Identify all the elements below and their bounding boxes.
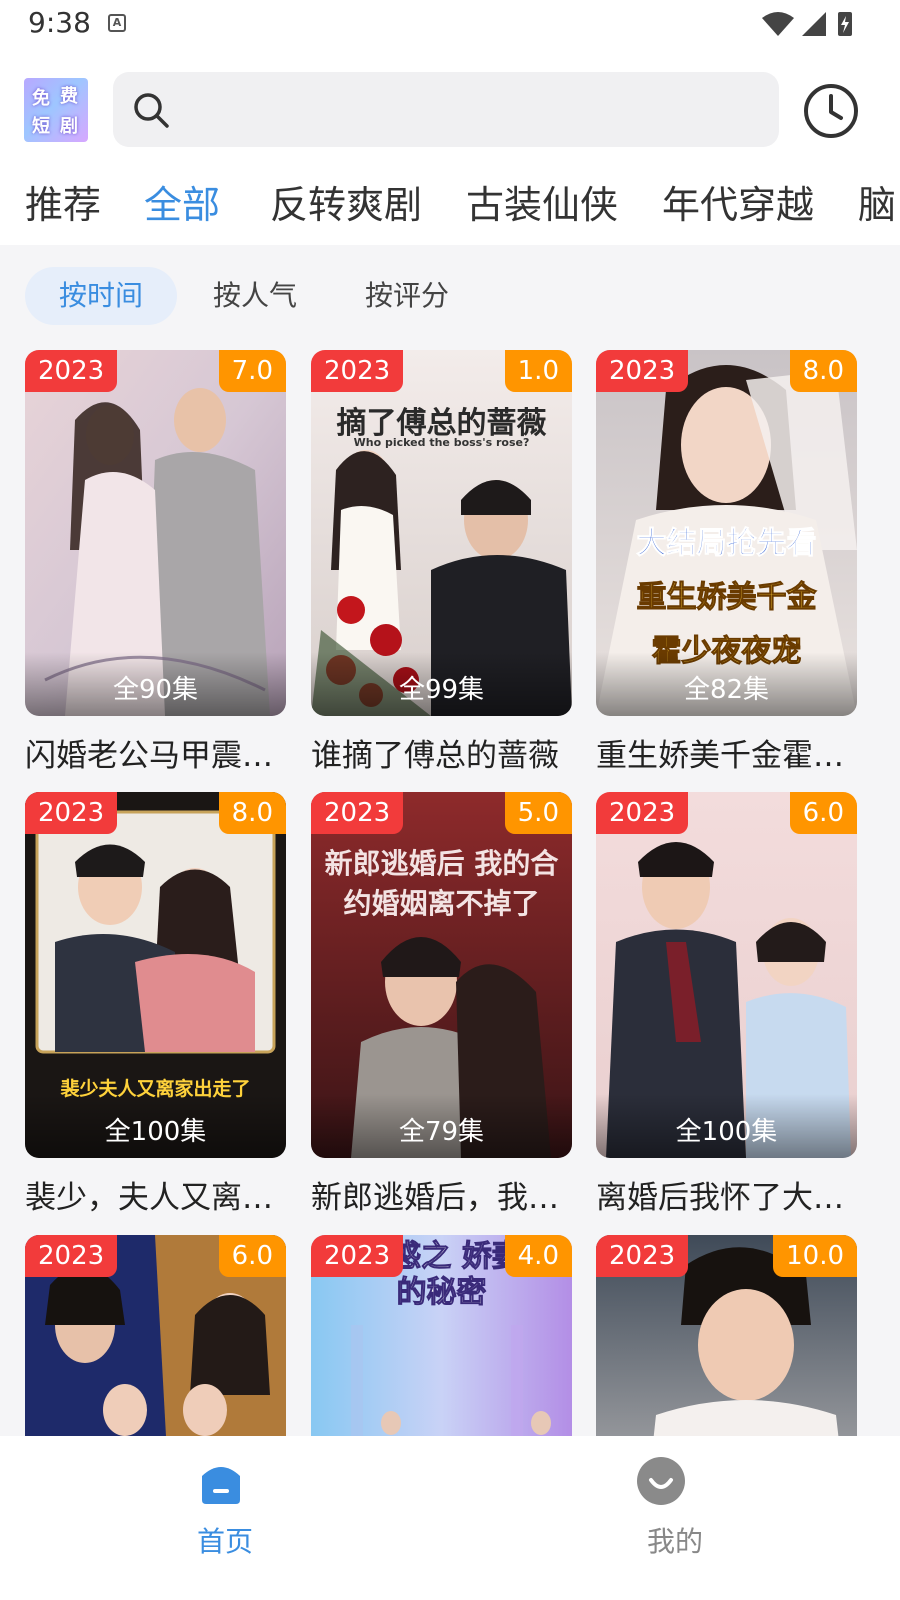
year-badge: 2023 [311, 1235, 404, 1277]
score-badge: 8.0 [789, 350, 857, 392]
year-badge: 2023 [25, 792, 118, 834]
year-badge: 2023 [596, 1235, 689, 1277]
drama-poster[interactable]: 大结局抢先看 重生娇美千金 霍少夜夜宠 2023 8.0 全82集 [596, 350, 857, 716]
wifi-icon [762, 12, 794, 36]
tab-partial[interactable]: 脑 [858, 174, 896, 229]
history-clock-icon[interactable] [802, 82, 860, 140]
logo-char: 费 [60, 86, 78, 107]
nav-home-label: 首页 [196, 1525, 253, 1558]
drama-poster[interactable]: 2023 6.0 全100集 [596, 792, 857, 1158]
tab-reversal[interactable]: 反转爽剧 [270, 174, 422, 229]
drama-title[interactable]: 离婚后我怀了大… [596, 1172, 857, 1217]
score-badge: 10.0 [773, 1235, 857, 1277]
status-bar: 9:38 A [0, 0, 900, 50]
category-tabs: 推荐 全部 反转爽剧 古装仙侠 年代穿越 脑 [0, 170, 900, 230]
poster-title-text: 新郎逃婚后 我的合约婚姻离不掉了 [324, 847, 559, 920]
year-badge: 2023 [25, 1235, 118, 1277]
home-icon [202, 1467, 240, 1504]
app-logo[interactable]: 免 费 短 剧 [24, 78, 88, 142]
search-icon [134, 93, 169, 128]
logo-char: 短 [32, 116, 50, 137]
drama-poster[interactable]: 裴少夫人又离家出走了 2023 8.0 全100集 [25, 792, 286, 1158]
top-bar: 免 费 短 剧 推荐 全部 反转爽剧 古装仙侠 年代穿越 脑 [0, 50, 900, 245]
year-badge: 2023 [596, 792, 689, 834]
nav-profile-label: 我的 [646, 1525, 703, 1558]
drama-poster[interactable]: 新郎逃婚后 我的合约婚姻离不掉了 2023 5.0 全79集 [311, 792, 572, 1158]
drama-card[interactable]: 大结局抢先看 重生娇美千金 霍少夜夜宠 2023 8.0 全82集 重生娇美千金… [596, 350, 857, 775]
drama-card[interactable]: 裴少夫人又离家出走了 2023 8.0 全100集 裴少，夫人又离… [25, 792, 286, 1217]
drama-poster[interactable]: 2023 7.0 全90集 [25, 350, 286, 716]
score-badge: 8.0 [218, 792, 286, 834]
drama-title[interactable]: 新郎逃婚后，我… [311, 1172, 572, 1217]
episode-count: 全100集 [25, 1094, 286, 1158]
episode-count: 全90集 [25, 652, 286, 716]
tab-all[interactable]: 全部 [144, 174, 220, 229]
logo-char: 剧 [60, 116, 78, 137]
poster-subtitle-text: Who picked the boss's rose? [353, 436, 530, 449]
episode-count: 全100集 [596, 1094, 857, 1158]
tab-costume-fantasy[interactable]: 古装仙侠 [466, 174, 618, 229]
poster-headline-text: 重生娇美千金 [636, 580, 817, 616]
drama-title[interactable]: 重生娇美千金霍… [596, 730, 857, 775]
drama-title[interactable]: 谁摘了傅总的蔷薇 [311, 730, 572, 775]
episode-count: 全82集 [596, 652, 857, 716]
status-icons [762, 12, 852, 36]
drama-card[interactable]: 摘了傅总的蔷薇 Who picked the boss's rose? 2023… [311, 350, 572, 775]
tab-era-time-travel[interactable]: 年代穿越 [662, 174, 814, 229]
year-badge: 2023 [311, 792, 404, 834]
score-badge: 5.0 [504, 792, 572, 834]
search-input[interactable] [113, 72, 779, 147]
score-badge: 1.0 [504, 350, 572, 392]
sort-by-rating[interactable]: 按评分 [336, 267, 478, 325]
status-time: 9:38 [28, 6, 91, 39]
poster-headline-text: 大结局抢先看 [636, 526, 817, 562]
logo-char: 免 [32, 88, 50, 109]
drama-card[interactable]: 2023 6.0 全100集 离婚后我怀了大… [596, 792, 857, 1217]
signal-icon [802, 12, 826, 36]
nav-profile[interactable]: 我的 [450, 1436, 900, 1600]
score-badge: 4.0 [504, 1235, 572, 1277]
score-badge: 6.0 [218, 1235, 286, 1277]
nav-home[interactable]: 首页 [0, 1436, 450, 1600]
drama-title[interactable]: 裴少，夫人又离… [25, 1172, 286, 1217]
episode-count: 全99集 [311, 652, 572, 716]
profile-smile-icon [637, 1457, 685, 1505]
drama-poster[interactable]: 摘了傅总的蔷薇 Who picked the boss's rose? 2023… [311, 350, 572, 716]
notification-icon: A [108, 14, 126, 32]
sort-bar: 按时间 按人气 按评分 [0, 245, 900, 345]
tab-recommend[interactable]: 推荐 [25, 174, 101, 229]
score-badge: 7.0 [218, 350, 286, 392]
year-badge: 2023 [596, 350, 689, 392]
sort-by-time[interactable]: 按时间 [25, 267, 177, 325]
episode-count: 全79集 [311, 1094, 572, 1158]
score-badge: 6.0 [789, 792, 857, 834]
sort-by-popularity[interactable]: 按人气 [184, 267, 326, 325]
bottom-nav: 首页 我的 [0, 1436, 900, 1600]
drama-card[interactable]: 新郎逃婚后 我的合约婚姻离不掉了 2023 5.0 全79集 新郎逃婚后，我… [311, 792, 572, 1217]
drama-card[interactable]: 2023 7.0 全90集 闪婚老公马甲震… [25, 350, 286, 775]
year-badge: 2023 [311, 350, 404, 392]
year-badge: 2023 [25, 350, 118, 392]
drama-title[interactable]: 闪婚老公马甲震… [25, 730, 286, 775]
